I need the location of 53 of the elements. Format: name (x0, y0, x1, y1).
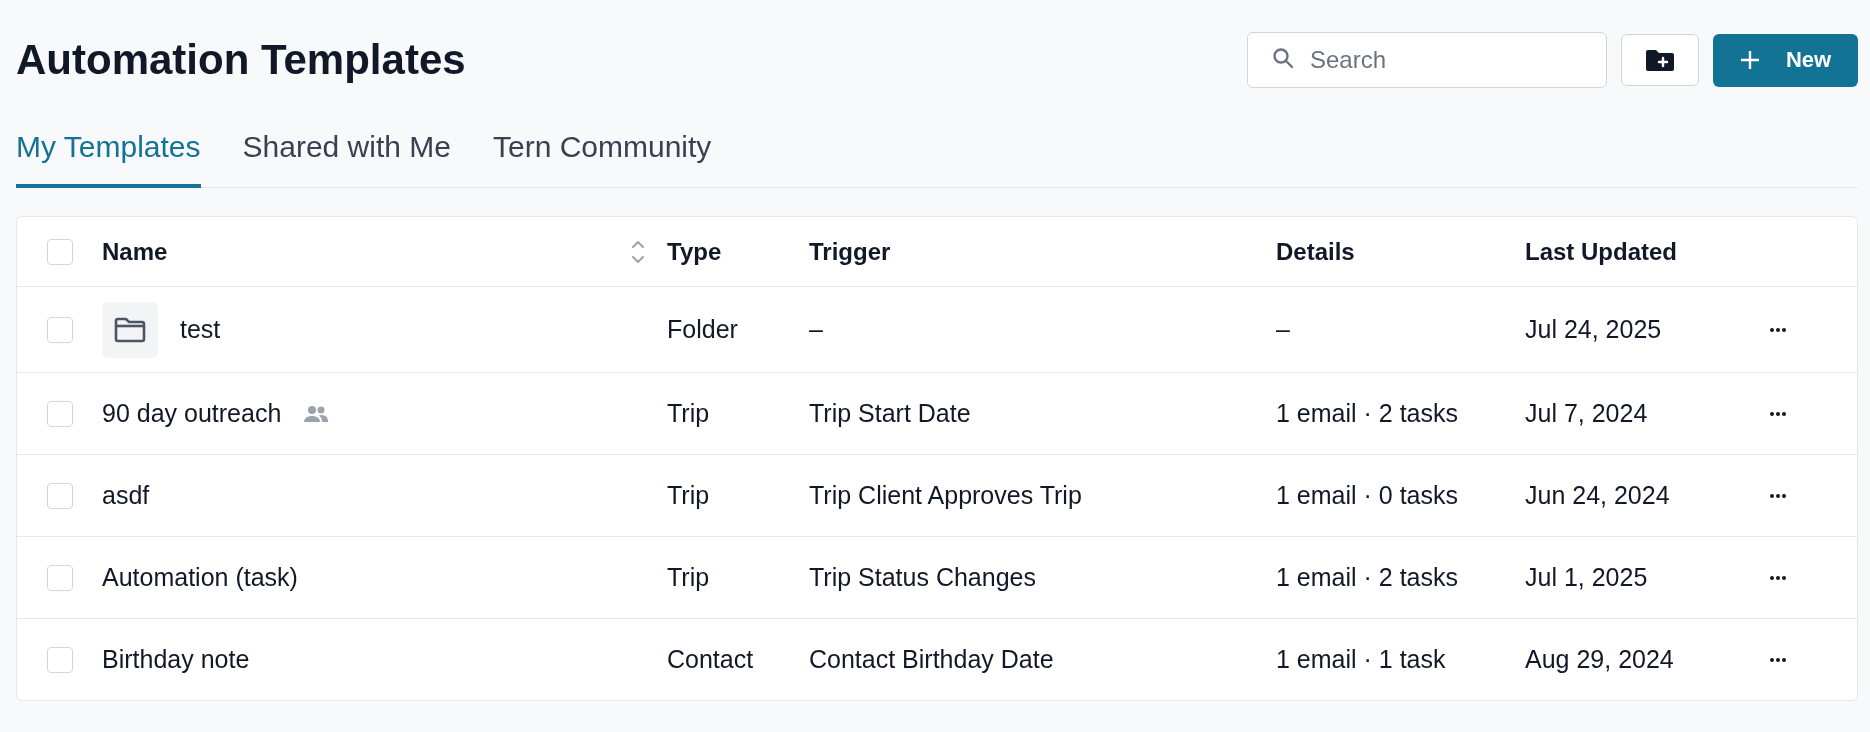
search-icon (1271, 46, 1295, 70)
trigger-cell: Trip Status Changes (809, 563, 1036, 591)
trigger-cell: – (809, 315, 823, 343)
more-options-icon[interactable] (1770, 327, 1786, 332)
column-header: Trigger (809, 237, 891, 265)
tab[interactable]: Shared with Me (242, 130, 451, 188)
new-button[interactable]: New (1713, 33, 1858, 87)
date-cell: Jul 1, 2025 (1525, 563, 1648, 591)
row-checkbox[interactable] (46, 316, 73, 343)
template-name[interactable]: Birthday note (102, 645, 250, 674)
details-cell: 1 email · 1 task (1276, 645, 1446, 673)
template-name[interactable]: asdf (102, 481, 150, 510)
type-cell: Trip (667, 399, 710, 427)
new-folder-button[interactable] (1621, 34, 1699, 86)
plus-icon (1739, 50, 1760, 70)
details-cell: 1 email · 0 tasks (1276, 481, 1458, 509)
select-all-checkbox[interactable] (46, 238, 73, 265)
search-field[interactable]: Search (1247, 32, 1607, 88)
template-name[interactable]: Automation (task) (102, 563, 298, 592)
type-cell: Folder (667, 315, 738, 343)
more-options-icon[interactable] (1770, 493, 1786, 498)
date-cell: Jun 24, 2024 (1525, 481, 1670, 509)
tab[interactable]: Tern Community (492, 130, 712, 188)
row-checkbox[interactable] (46, 400, 73, 427)
date-cell: Jul 7, 2024 (1525, 399, 1648, 427)
details-cell: – (1276, 315, 1290, 343)
date-cell: Jul 24, 2025 (1525, 315, 1662, 343)
column-header: Name (102, 237, 168, 266)
template-name[interactable]: test (180, 315, 221, 344)
row-checkbox[interactable] (46, 646, 73, 673)
details-cell: 1 email · 2 tasks (1276, 399, 1458, 427)
tab[interactable]: My Templates (16, 130, 201, 188)
trigger-cell: Trip Client Approves Trip (809, 481, 1082, 509)
page-title: Automation Templates (16, 36, 466, 84)
template-name[interactable]: 90 day outreach (102, 399, 282, 428)
folder-icon (102, 301, 158, 358)
row-checkbox[interactable] (46, 482, 73, 509)
date-cell: Aug 29, 2024 (1525, 645, 1674, 673)
column-header: Last Updated (1525, 237, 1677, 265)
type-cell: Contact (667, 645, 754, 673)
column-header: Details (1276, 237, 1355, 265)
column-header: Type (667, 237, 722, 265)
sort-icon[interactable] (631, 238, 645, 265)
type-cell: Trip (667, 563, 710, 591)
type-cell: Trip (667, 481, 710, 509)
trigger-cell: Trip Start Date (809, 399, 971, 427)
folder-plus-icon (1645, 48, 1675, 72)
more-options-icon[interactable] (1770, 575, 1786, 580)
more-options-icon[interactable] (1770, 411, 1786, 416)
row-checkbox[interactable] (46, 564, 73, 591)
more-options-icon[interactable] (1770, 657, 1786, 662)
trigger-cell: Contact Birthday Date (809, 645, 1054, 673)
details-cell: 1 email · 2 tasks (1276, 563, 1458, 591)
